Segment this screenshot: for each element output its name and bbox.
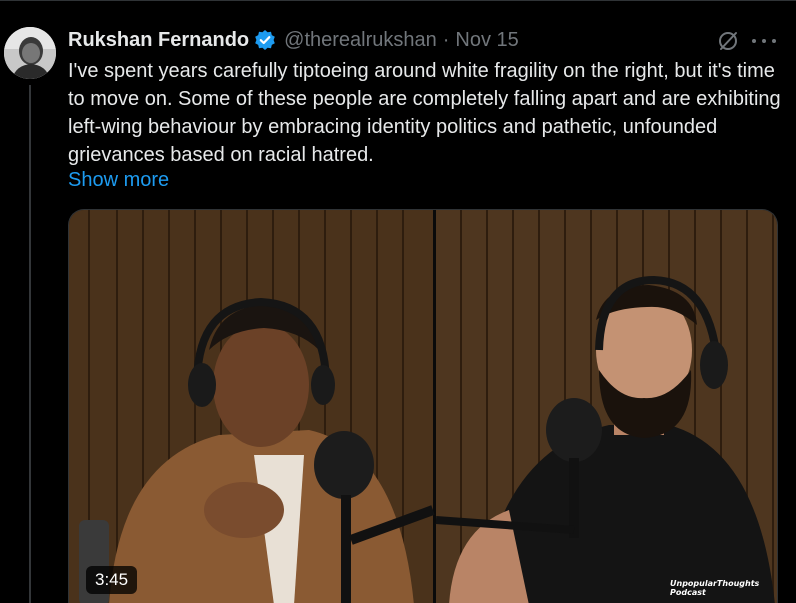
thread-line [29,85,31,603]
tweet-date[interactable]: Nov 15 [455,29,518,52]
verified-badge-icon [255,30,275,50]
podcast-watermark: UnpopularThoughts Podcast [670,579,760,597]
tweet-video[interactable] [68,209,778,603]
grok-icon[interactable] [716,29,740,53]
separator-dot: · [442,28,450,51]
tweet-text: I've spent years carefully tiptoeing aro… [68,60,781,166]
author-handle[interactable]: @therealrukshan [284,29,437,52]
more-icon[interactable] [752,37,776,45]
tweet[interactable]: Rukshan Fernando @therealrukshan · Nov 1… [0,0,796,603]
avatar[interactable] [4,27,56,79]
author-name[interactable]: Rukshan Fernando [68,29,249,52]
video-duration: 3:45 [86,566,138,594]
show-more-link[interactable]: Show more [68,166,169,194]
tweet-header: Rukshan Fernando @therealrukshan · Nov 1… [68,27,519,53]
